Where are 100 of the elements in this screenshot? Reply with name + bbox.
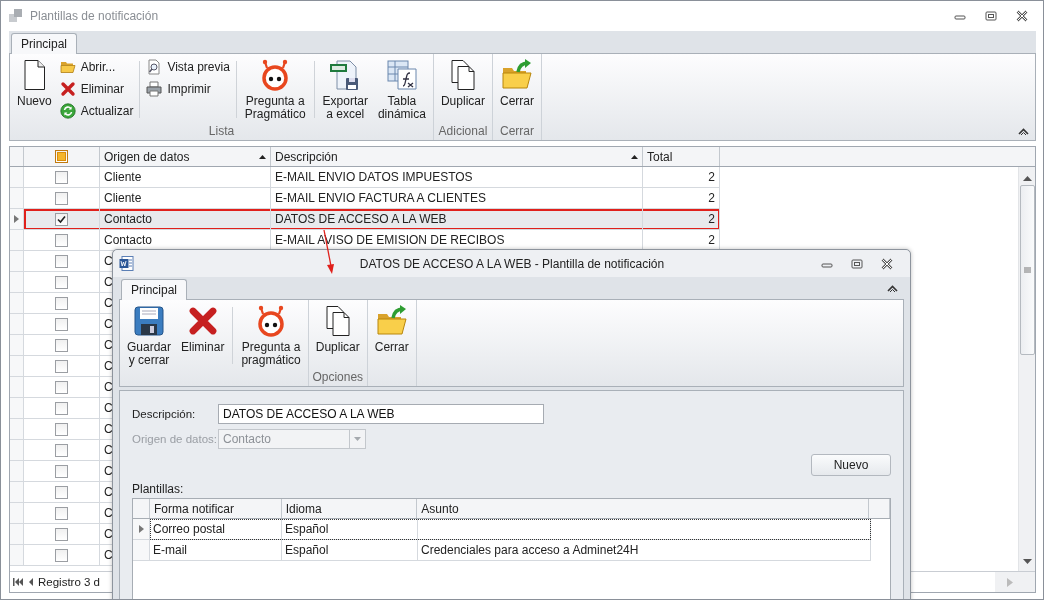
checkbox[interactable]: [55, 401, 68, 415]
table-row[interactable]: C: [24, 377, 112, 398]
previous-record-button[interactable]: [28, 578, 33, 586]
checkbox[interactable]: [55, 548, 68, 562]
checkbox[interactable]: [55, 212, 68, 226]
close-button[interactable]: Cerrar: [369, 305, 414, 354]
delete-button[interactable]: Eliminar: [176, 305, 230, 354]
group-label: Cerrar: [498, 124, 535, 140]
vertical-scrollbar[interactable]: [1018, 167, 1035, 571]
pivot-table-button[interactable]: Tabla dinámica: [372, 59, 431, 121]
ribbon-tab[interactable]: Principal: [121, 279, 188, 300]
close-icon[interactable]: [1015, 9, 1029, 23]
table-row[interactable]: C: [24, 335, 112, 356]
table-row[interactable]: C: [24, 293, 112, 314]
checkbox[interactable]: [55, 380, 68, 394]
table-row[interactable]: Cliente E-MAIL ENVIO DATOS IMPUESTOS 2: [24, 167, 720, 188]
export-button[interactable]: Exportar a excel: [317, 59, 373, 121]
group-label: Lista: [207, 124, 236, 140]
collapse-icon[interactable]: [887, 285, 898, 293]
column-header[interactable]: Idioma: [281, 499, 418, 518]
table-row[interactable]: C: [24, 251, 112, 272]
table-row[interactable]: C: [24, 272, 112, 293]
row-pointer-icon: [138, 525, 144, 533]
new-button[interactable]: Nuevo: [12, 59, 57, 108]
print-button[interactable]: Imprimir: [143, 78, 233, 100]
close-icon[interactable]: [880, 256, 894, 271]
description-field[interactable]: DATOS DE ACCESO A LA WEB: [218, 404, 544, 424]
checkbox[interactable]: [55, 422, 68, 436]
table-row[interactable]: C: [24, 314, 112, 335]
floppy-icon: [133, 305, 165, 337]
row-header[interactable]: [133, 519, 150, 540]
open-button[interactable]: Abrir...: [56, 56, 137, 78]
table-row[interactable]: C: [24, 440, 112, 461]
checkbox[interactable]: [55, 506, 68, 520]
delete-button[interactable]: Eliminar: [56, 78, 137, 100]
column-header[interactable]: Descripción: [271, 147, 643, 166]
refresh-icon: [59, 103, 76, 119]
refresh-button[interactable]: Actualizar: [56, 100, 137, 122]
delete-icon: [59, 81, 76, 97]
table-row[interactable]: E-mail Español Credenciales para acceso a Adminet24H: [150, 540, 871, 561]
restore-button[interactable]: [984, 9, 998, 23]
close-button[interactable]: Cerrar: [494, 59, 539, 108]
scroll-right-icon[interactable]: [1007, 577, 1013, 587]
checkbox[interactable]: [55, 275, 68, 289]
app-icon: [9, 8, 25, 24]
checkbox[interactable]: [55, 464, 68, 478]
table-row[interactable]: Contacto DATOS DE ACCESO A LA WEB 2: [24, 209, 720, 230]
folder-icon: [59, 59, 76, 75]
table-row[interactable]: C: [24, 503, 112, 524]
column-header[interactable]: Total: [643, 147, 720, 166]
checkbox[interactable]: [55, 443, 68, 457]
ribbon-tab[interactable]: Principal: [11, 33, 78, 54]
row-header[interactable]: [10, 209, 24, 230]
checkbox[interactable]: [55, 296, 68, 310]
table-row[interactable]: C: [24, 398, 112, 419]
table-row[interactable]: C: [24, 419, 112, 440]
collapse-icon[interactable]: [1018, 128, 1029, 136]
table-row[interactable]: C: [24, 461, 112, 482]
preview-button[interactable]: Vista previa: [143, 56, 233, 78]
checkbox[interactable]: [55, 191, 68, 205]
table-row[interactable]: C: [24, 524, 112, 545]
scroll-up-icon[interactable]: [1022, 175, 1032, 181]
new-button[interactable]: Nuevo: [811, 454, 891, 476]
checkbox[interactable]: [55, 338, 68, 352]
folder-arrow-icon: [375, 305, 408, 337]
printer-icon: [146, 81, 163, 97]
checkbox[interactable]: [55, 233, 68, 247]
dialog-title: DATOS DE ACCESO A LA WEB - Plantilla de notificación: [358, 256, 666, 271]
checkbox[interactable]: [55, 150, 68, 163]
restore-button[interactable]: [850, 256, 864, 271]
column-header[interactable]: Asunto: [417, 499, 870, 518]
table-row[interactable]: C: [24, 545, 112, 566]
table-cell: DATOS DE ACCESO A LA WEB: [271, 209, 643, 230]
checkbox[interactable]: [55, 170, 68, 184]
ask-button[interactable]: Pregunta a pragmático: [236, 305, 306, 367]
table-cell: Credenciales para acceso a Adminet24H: [418, 540, 871, 561]
checkbox[interactable]: [55, 359, 68, 373]
duplicate-button[interactable]: Duplicar: [435, 59, 490, 108]
first-record-button[interactable]: [13, 578, 23, 586]
checkbox[interactable]: [55, 527, 68, 541]
column-header[interactable]: Forma notificar: [150, 499, 282, 518]
ask-button[interactable]: Pregunta a Pragmático: [239, 59, 311, 121]
table-row[interactable]: Correo postal Español: [150, 519, 871, 540]
table-cell: Cliente: [100, 167, 271, 188]
field-label: Descripción:: [132, 408, 197, 420]
table-row[interactable]: C: [24, 356, 112, 377]
magnifier-page-icon: [146, 59, 163, 75]
checkbox[interactable]: [55, 485, 68, 499]
scroll-thumb[interactable]: [1019, 185, 1035, 355]
row-pointer-icon: [14, 215, 19, 223]
checkbox[interactable]: [55, 254, 68, 268]
table-cell: Español: [282, 519, 418, 540]
checkbox[interactable]: [55, 317, 68, 331]
scroll-down-icon[interactable]: [1022, 559, 1032, 565]
duplicate-button[interactable]: Duplicar: [310, 305, 365, 354]
save-close-button[interactable]: Guardar y cerrar: [122, 305, 177, 367]
column-header[interactable]: Origen de datos: [100, 147, 271, 166]
table-row[interactable]: C: [24, 482, 112, 503]
horizontal-scrollbar[interactable]: [995, 572, 1035, 592]
grip-icon: [1023, 266, 1031, 274]
